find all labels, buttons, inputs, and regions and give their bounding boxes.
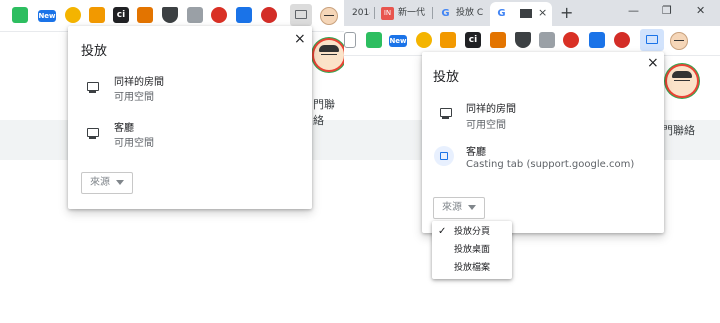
tab-title: 投放 C bbox=[456, 8, 484, 18]
tab[interactable]: IN 新一代 bbox=[376, 2, 432, 26]
face-icon[interactable] bbox=[490, 32, 506, 48]
menu-item-cast-desktop[interactable]: 投放桌面 bbox=[432, 242, 508, 258]
sink-status: 可用空間 bbox=[466, 120, 506, 131]
chrome-ext-icon[interactable] bbox=[65, 7, 81, 23]
source-menu: ✓ 投放分頁 投放桌面 投放檔案 bbox=[432, 221, 512, 279]
chevron-down-icon bbox=[468, 204, 476, 210]
cast-button-active[interactable] bbox=[640, 29, 664, 51]
new-badge-icon[interactable]: New bbox=[389, 35, 407, 47]
chart-icon[interactable] bbox=[440, 32, 456, 48]
ci-icon[interactable]: ci bbox=[465, 32, 481, 48]
background-link-text: 門聯絡 bbox=[313, 98, 335, 127]
tab-active[interactable]: G × bbox=[490, 2, 552, 26]
menu-item-label: 投放桌面 bbox=[454, 245, 491, 255]
camera-icon[interactable] bbox=[187, 7, 203, 23]
restore-button[interactable]: ❐ bbox=[662, 4, 672, 17]
camera-icon[interactable] bbox=[539, 32, 555, 48]
menu-item-label: 投放檔案 bbox=[454, 263, 491, 273]
close-icon[interactable]: × bbox=[294, 32, 306, 46]
flash-icon[interactable] bbox=[563, 32, 579, 48]
tab-title: 2018年 bbox=[352, 8, 370, 18]
tab-divider bbox=[432, 7, 433, 19]
cast-dialog: 投放 × 同祥的房間 可用空間 客廳 可用空間 來源 bbox=[68, 26, 312, 209]
save-icon[interactable] bbox=[236, 7, 252, 23]
save-icon[interactable] bbox=[589, 32, 605, 48]
tab-close-icon[interactable]: × bbox=[538, 2, 547, 24]
tab-title: 新一代 bbox=[398, 8, 426, 18]
composite-screenshot: New ci 門聯絡 投放 × 同祥的房間 可用空間 客廳 可用空間 來源 20… bbox=[0, 0, 720, 323]
tab-favicon-icon: IN bbox=[381, 7, 394, 20]
lastpass-icon[interactable] bbox=[261, 7, 277, 23]
check-icon: ✓ bbox=[438, 226, 447, 237]
casting-stop-icon bbox=[434, 146, 454, 166]
menu-item-cast-tab[interactable]: ✓ 投放分頁 bbox=[432, 224, 508, 240]
minimize-button[interactable]: — bbox=[628, 4, 639, 17]
cast-icon bbox=[295, 10, 307, 19]
cast-icon bbox=[646, 35, 658, 44]
tab-divider bbox=[374, 7, 375, 19]
sink-status: 可用空間 bbox=[114, 92, 154, 103]
profile-avatar[interactable] bbox=[670, 32, 688, 50]
source-label: 來源 bbox=[90, 177, 110, 188]
tab[interactable]: 2018年 bbox=[344, 2, 370, 26]
evernote-icon[interactable] bbox=[366, 32, 382, 48]
dialog-title: 投放 bbox=[433, 70, 460, 85]
menu-item-cast-file[interactable]: 投放檔案 bbox=[432, 260, 508, 276]
window-close-button[interactable]: ✕ bbox=[696, 4, 705, 17]
account-avatar[interactable] bbox=[667, 66, 697, 96]
pocket-icon[interactable] bbox=[162, 7, 178, 23]
sink-status: 可用空間 bbox=[114, 138, 154, 149]
account-avatar[interactable] bbox=[314, 40, 344, 70]
sink-item[interactable]: 客廳 可用空間 bbox=[68, 118, 312, 154]
lastpass-icon[interactable] bbox=[614, 32, 630, 48]
close-icon[interactable]: × bbox=[647, 56, 659, 70]
sink-name: 客廳 bbox=[466, 147, 486, 158]
menu-item-label: 投放分頁 bbox=[454, 227, 491, 237]
sink-name: 同祥的房間 bbox=[114, 77, 164, 88]
face-icon[interactable] bbox=[137, 7, 153, 23]
google-favicon-icon: G bbox=[441, 8, 450, 19]
pocket-icon[interactable] bbox=[515, 32, 531, 48]
sink-item[interactable]: 同祥的房間 可用空間 bbox=[68, 70, 312, 106]
flash-icon[interactable] bbox=[211, 7, 227, 23]
profile-avatar[interactable] bbox=[320, 7, 338, 25]
new-tab-button[interactable]: + bbox=[560, 3, 573, 22]
sink-name: 同祥的房間 bbox=[466, 104, 516, 115]
source-label: 來源 bbox=[442, 202, 462, 213]
background-link-text: 門聯絡 bbox=[662, 124, 695, 137]
source-dropdown[interactable]: 來源 bbox=[81, 172, 133, 194]
tv-icon bbox=[87, 128, 99, 139]
chevron-down-icon bbox=[116, 179, 124, 185]
sink-status: Casting tab (support.google.com) bbox=[466, 159, 635, 170]
shield-icon[interactable] bbox=[344, 32, 356, 48]
chart-icon[interactable] bbox=[89, 7, 105, 23]
tab-strip: 2018年 IN 新一代 G 投放 C G × + — ❐ ✕ bbox=[344, 0, 720, 26]
left-screenshot: New ci 門聯絡 投放 × 同祥的房間 可用空間 客廳 可用空間 來源 bbox=[0, 0, 344, 323]
dialog-title: 投放 bbox=[81, 44, 108, 59]
google-favicon-icon: G bbox=[497, 8, 506, 19]
sink-item-casting[interactable]: 客廳 Casting tab (support.google.com) bbox=[422, 142, 664, 178]
chrome-ext-icon[interactable] bbox=[416, 32, 432, 48]
cast-button[interactable] bbox=[290, 4, 312, 26]
tv-icon bbox=[87, 82, 99, 93]
new-badge-icon[interactable]: New bbox=[38, 10, 56, 22]
evernote-icon[interactable] bbox=[12, 7, 28, 23]
tv-icon bbox=[440, 108, 452, 119]
right-screenshot: 2018年 IN 新一代 G 投放 C G × + — ❐ ✕ bbox=[344, 0, 720, 323]
sink-item[interactable]: 同祥的房間 可用空間 bbox=[422, 96, 664, 132]
ci-icon[interactable]: ci bbox=[113, 7, 129, 23]
tab[interactable]: G 投放 C bbox=[434, 2, 488, 26]
casting-tab-icon bbox=[520, 9, 532, 18]
source-dropdown[interactable]: 來源 bbox=[433, 197, 485, 219]
cast-dialog: 投放 × 同祥的房間 可用空間 客廳 Casting tab (support.… bbox=[422, 52, 664, 233]
sink-name: 客廳 bbox=[114, 123, 134, 134]
